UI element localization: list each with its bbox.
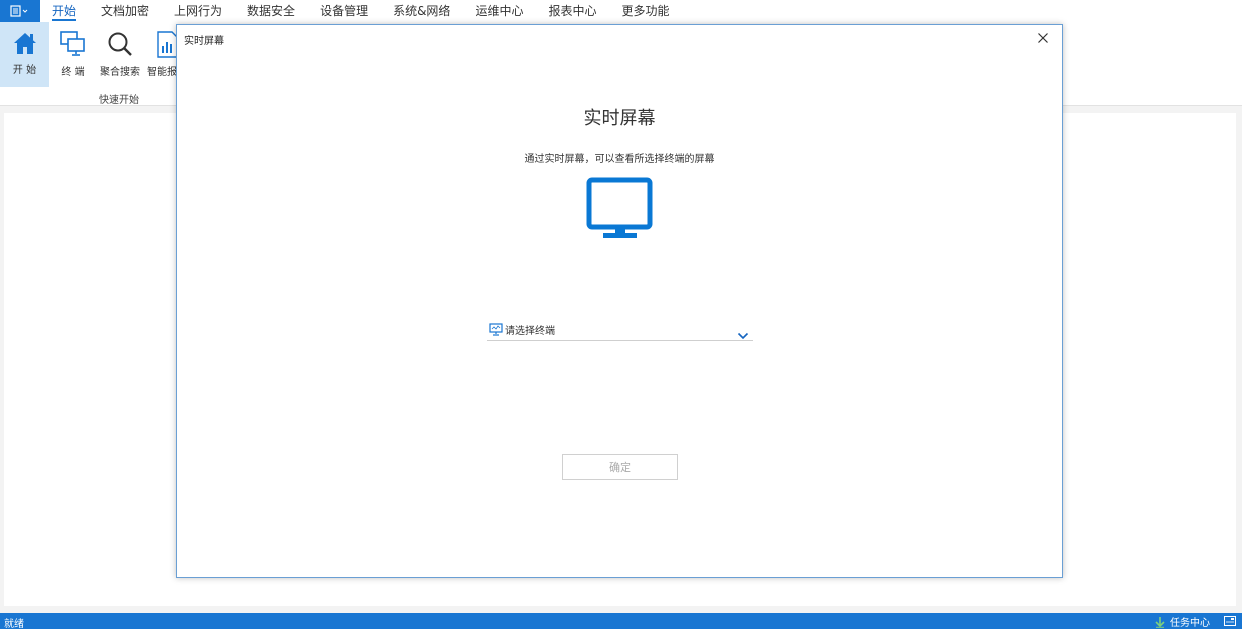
ribbon-button-label: 开 始	[12, 65, 37, 76]
terminal-select[interactable]: 请选择终端	[487, 318, 753, 341]
menu-tabs: 开始 文档加密 上网行为 数据安全 设备管理 系统&网络 运维中心 报表中心 更…	[52, 0, 694, 22]
status-text: 就绪	[4, 619, 24, 629]
ribbon-smart-report-button[interactable]: 智能报	[147, 24, 176, 86]
ribbon-button-label: 聚合搜索	[100, 67, 140, 78]
tab-doc-encryption[interactable]: 文档加密	[101, 0, 149, 22]
ribbon-button-label: 智能报	[147, 67, 176, 78]
app-menu-icon	[10, 5, 28, 17]
ribbon-terminal-button[interactable]: 终 端	[52, 24, 94, 86]
tab-system-network[interactable]: 系统&网络	[393, 0, 450, 22]
tab-start[interactable]: 开始	[52, 0, 77, 22]
monitor-icon	[586, 177, 654, 245]
realtime-screen-dialog: 实时屏幕 实时屏幕 通过实时屏幕，可以查看所选择终端的屏幕 请选择终端 确定	[176, 24, 1063, 578]
tab-device-management[interactable]: 设备管理	[320, 0, 368, 22]
task-center-label: 任务中心	[1170, 618, 1210, 629]
dialog-heading: 实时屏幕	[583, 108, 656, 129]
confirm-button[interactable]: 确定	[562, 454, 678, 480]
tab-ops-center[interactable]: 运维中心	[475, 0, 523, 22]
terminal-small-icon	[489, 322, 503, 336]
chevron-down-icon	[737, 325, 749, 344]
search-icon	[106, 26, 134, 58]
menu-bar: 开始 文档加密 上网行为 数据安全 设备管理 系统&网络 运维中心 报表中心 更…	[0, 0, 1242, 22]
status-bar: 就绪 任务中心	[0, 613, 1242, 629]
tab-internet-behavior[interactable]: 上网行为	[174, 0, 222, 22]
ribbon-aggregate-search-button[interactable]: 聚合搜索	[98, 24, 142, 86]
tab-more-features[interactable]: 更多功能	[621, 0, 669, 22]
dialog-title: 实时屏幕	[184, 36, 224, 47]
ribbon-button-label: 终 端	[61, 67, 85, 78]
dialog-description: 通过实时屏幕，可以查看所选择终端的屏幕	[524, 154, 715, 165]
terminal-icon	[59, 26, 87, 58]
tab-report-center[interactable]: 报表中心	[548, 0, 596, 22]
tab-data-security[interactable]: 数据安全	[247, 0, 295, 22]
message-icon[interactable]	[1224, 616, 1236, 629]
home-icon	[12, 24, 38, 56]
task-arrow-icon	[1155, 616, 1165, 628]
ribbon-group-label: 快速开始	[99, 95, 139, 106]
ribbon-start-button[interactable]: 开 始	[0, 22, 49, 87]
app-menu-button[interactable]	[0, 0, 40, 22]
close-icon	[1038, 33, 1048, 43]
close-button[interactable]	[1036, 30, 1050, 44]
terminal-select-placeholder: 请选择终端	[505, 325, 555, 337]
task-center-button[interactable]: 任务中心	[1154, 614, 1210, 629]
report-icon	[147, 26, 176, 58]
